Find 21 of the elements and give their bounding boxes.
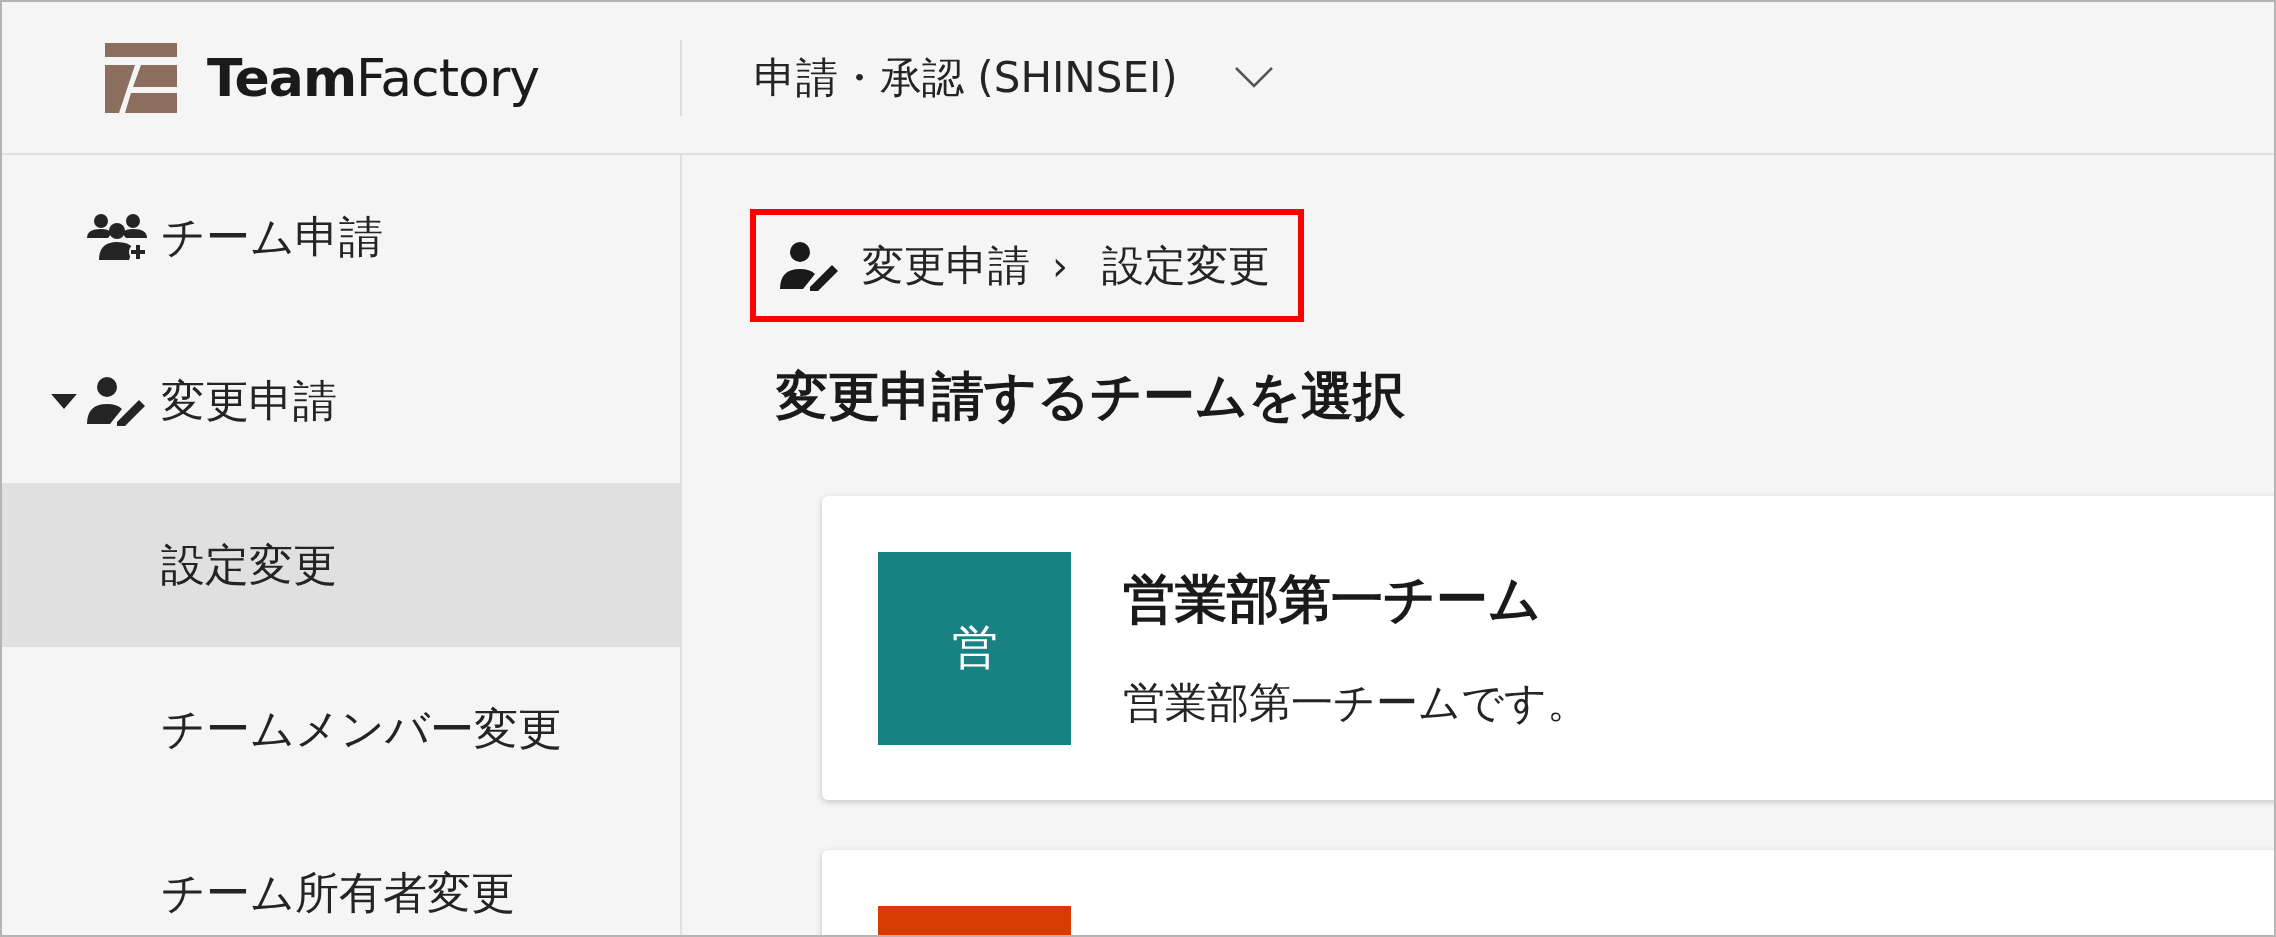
sidebar-item[interactable]: チーム所有者変更 (2, 811, 680, 935)
chevron-icon (1233, 65, 1274, 90)
sidebar-item[interactable]: チームメンバー変更 (2, 647, 680, 811)
user-edit-icon (87, 376, 147, 426)
sidebar-item[interactable]: 変更申請 (2, 319, 680, 483)
team-card[interactable]: 営 営業部第一チーム 営業部第一チームです。 (822, 496, 2274, 800)
breadcrumb-separator: › (1052, 242, 1068, 289)
team-avatar: 営 (878, 551, 1071, 745)
breadcrumb-link[interactable]: 変更申請 (862, 237, 1030, 294)
logo-icon (105, 42, 177, 113)
sidebar-item[interactable]: 設定変更 (2, 483, 680, 647)
people-add-icon (87, 212, 147, 262)
team-description: 営業部第一チームです。 (1123, 677, 1589, 729)
page-heading: 変更申請するチームを選択 (776, 365, 1406, 428)
caret-icon (51, 393, 77, 409)
logo-text: TeamFactory (207, 47, 540, 108)
user-edit-icon (780, 240, 840, 291)
breadcrumb-link[interactable]: 設定変更 (1102, 237, 1270, 294)
team-name: 営業部第一チーム (1123, 568, 1542, 631)
sidebar-item[interactable]: チーム申請 (2, 155, 680, 319)
app-switcher[interactable]: 申請・承認 (SHINSEI) (754, 49, 1274, 106)
